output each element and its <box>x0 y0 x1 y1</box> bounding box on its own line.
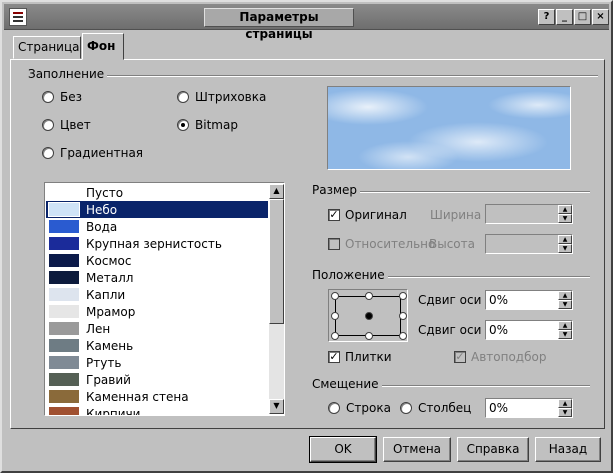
bitmap-preview <box>327 86 571 170</box>
tab-background[interactable]: Фон <box>82 33 124 60</box>
bitmap-list-item[interactable]: Ртуть <box>46 354 268 371</box>
close-icon[interactable]: × <box>592 9 609 25</box>
radio-bitmap[interactable]: Bitmap <box>177 118 238 132</box>
bitmap-label: Мрамор <box>86 304 136 319</box>
bitmap-list-item[interactable]: Небо <box>46 201 268 218</box>
radio-gradient[interactable]: Градиентная <box>42 146 143 160</box>
offset-spin[interactable]: 0% ▲ ▼ <box>485 398 573 418</box>
anchor-point[interactable] <box>365 332 373 340</box>
bitmap-swatch <box>48 202 80 217</box>
bitmap-swatch <box>48 253 80 268</box>
list-scrollbar[interactable]: ▲ ▼ <box>269 184 284 414</box>
bitmap-label: Пусто <box>86 185 124 200</box>
bitmap-label: Космос <box>86 253 132 268</box>
bitmap-list-item[interactable]: Пусто <box>46 184 268 201</box>
offset-y-spin[interactable]: 0% ▲ ▼ <box>485 320 573 340</box>
bitmap-swatch <box>48 270 80 285</box>
scroll-up-icon[interactable]: ▲ <box>269 184 284 199</box>
bitmap-swatch <box>48 219 80 234</box>
anchor-point[interactable] <box>365 292 373 300</box>
bitmap-label: Гравий <box>86 372 131 387</box>
anchor-point[interactable] <box>331 312 339 320</box>
bitmap-swatch <box>48 389 80 404</box>
bitmap-label: Кирпичи <box>86 406 141 416</box>
tile-checkbox[interactable]: ✓ Плитки <box>328 350 392 364</box>
bitmap-list-item[interactable]: Лен <box>46 320 268 337</box>
radio-row[interactable]: Строка <box>328 401 391 415</box>
bitmap-label: Крупная зернистость <box>86 236 222 251</box>
anchor-point[interactable] <box>399 292 407 300</box>
anchor-point[interactable] <box>331 332 339 340</box>
help-icon[interactable]: ? <box>538 9 555 25</box>
minimize-icon[interactable]: _ <box>556 9 573 25</box>
fill-group-label: Заполнение <box>28 67 108 81</box>
cancel-button[interactable]: Отмена <box>383 437 451 462</box>
bitmap-swatch <box>48 406 80 415</box>
size-group-label: Размер <box>312 183 361 197</box>
anchor-point-selected[interactable] <box>365 312 373 320</box>
window-title: Параметры страницы <box>204 8 354 41</box>
bitmap-list-item[interactable]: Камень <box>46 337 268 354</box>
width-label: Ширина <box>430 208 482 222</box>
bitmap-label: Камень <box>86 338 134 353</box>
offset-y-label: Сдвиг оси Y <box>418 323 484 337</box>
bitmap-label: Вода <box>86 219 118 234</box>
bitmap-swatch <box>48 236 80 251</box>
radio-color[interactable]: Цвет <box>42 118 91 132</box>
scroll-down-icon[interactable]: ▼ <box>269 399 284 414</box>
anchor-point[interactable] <box>399 312 407 320</box>
relative-checkbox[interactable]: Относительно <box>328 237 435 251</box>
bitmap-swatch <box>48 321 80 336</box>
original-checkbox[interactable]: ✓ Оригинал <box>328 208 407 222</box>
bitmap-swatch <box>48 355 80 370</box>
title-bar[interactable]: Параметры страницы ? _ □ × <box>4 4 609 41</box>
bitmap-list-item[interactable]: Мрамор <box>46 303 268 320</box>
offset-x-spin[interactable]: 0% ▲ ▼ <box>485 290 573 310</box>
fill-group-line <box>30 75 598 77</box>
anchor-point[interactable] <box>331 292 339 300</box>
height-label: Высота <box>429 237 475 251</box>
radio-none[interactable]: Без <box>42 90 82 104</box>
bitmap-list-item[interactable]: Космос <box>46 252 268 269</box>
bitmap-swatch <box>48 185 80 200</box>
help-button[interactable]: Справка <box>457 437 529 462</box>
bitmap-label: Металл <box>86 270 134 285</box>
position-group-label: Положение <box>312 268 388 282</box>
ok-button[interactable]: OK <box>309 436 377 463</box>
bitmap-swatch <box>48 338 80 353</box>
height-spin[interactable]: ▲ ▼ <box>485 234 573 254</box>
bitmap-list-items: Пусто Небо Вода Крупная зернистость Космос Ме… <box>46 184 268 416</box>
bitmap-list-item[interactable]: Каменная стена <box>46 388 268 405</box>
bitmap-swatch <box>48 287 80 302</box>
offset-x-label: Сдвиг оси X <box>418 293 484 307</box>
bitmap-list-item[interactable]: Кирпичи <box>46 405 268 416</box>
position-anchor-grid[interactable] <box>328 289 408 342</box>
bitmap-list-item[interactable]: Вода <box>46 218 268 235</box>
autofit-checkbox[interactable]: ✓ Автоподбор <box>454 350 546 364</box>
width-spin[interactable]: ▲ ▼ <box>485 204 573 224</box>
tab-page[interactable]: Страница <box>13 36 81 59</box>
back-button[interactable]: Назад <box>535 437 601 462</box>
document-icon <box>9 8 27 26</box>
offset-group-label: Смещение <box>312 377 382 391</box>
bitmap-label: Лен <box>86 321 111 336</box>
radio-hatching[interactable]: Штриховка <box>177 90 266 104</box>
bitmap-swatch <box>48 304 80 319</box>
bitmap-list[interactable]: Пусто Небо Вода Крупная зернистость Космос Ме… <box>44 182 285 416</box>
bitmap-label: Ртуть <box>86 355 122 370</box>
bitmap-list-item[interactable]: Капли <box>46 286 268 303</box>
bitmap-list-item[interactable]: Крупная зернистость <box>46 235 268 252</box>
maximize-icon[interactable]: □ <box>574 9 591 25</box>
bitmap-swatch <box>48 372 80 387</box>
bitmap-label: Каменная стена <box>86 389 189 404</box>
anchor-point[interactable] <box>399 332 407 340</box>
bitmap-list-item[interactable]: Гравий <box>46 371 268 388</box>
page-setup-dialog: Параметры страницы ? _ □ × Страница Фон … <box>0 0 613 473</box>
bitmap-list-item[interactable]: Металл <box>46 269 268 286</box>
scroll-thumb[interactable] <box>269 199 284 324</box>
bitmap-label: Небо <box>86 202 118 217</box>
bitmap-label: Капли <box>86 287 126 302</box>
radio-column[interactable]: Столбец <box>400 401 471 415</box>
